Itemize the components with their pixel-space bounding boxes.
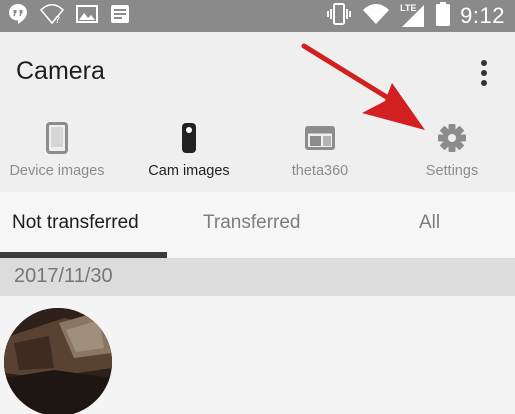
image-icon	[76, 4, 98, 28]
wifi-icon	[362, 3, 390, 29]
tab-label: Device images	[9, 163, 105, 179]
vibrate-icon	[326, 3, 352, 29]
tab-cam-images[interactable]: Cam images	[125, 116, 253, 192]
more-vert-icon[interactable]	[472, 58, 496, 92]
tab-settings[interactable]: Settings	[388, 116, 515, 192]
source-tabs: Device images Cam images theta360 Settin…	[0, 116, 515, 192]
svg-text:?: ?	[55, 15, 60, 24]
phone-icon	[46, 122, 68, 158]
notes-icon	[110, 4, 130, 28]
transfer-tabs: Not transferred Transferred All	[0, 192, 515, 258]
tab-label: Cam images	[148, 163, 230, 179]
tab-theta360[interactable]: theta360	[256, 116, 384, 192]
tab-device-images[interactable]: Device images	[0, 116, 121, 192]
camera-device-icon	[181, 122, 197, 158]
tab-transferred[interactable]: Transferred	[203, 192, 301, 258]
tab-not-transferred[interactable]: Not transferred	[12, 192, 139, 258]
tab-label: theta360	[291, 163, 349, 179]
signal-icon: LTE	[400, 3, 426, 28]
date-label: 2017/11/30	[14, 265, 113, 287]
web-window-icon	[305, 126, 335, 154]
page-title: Camera	[16, 57, 105, 85]
date-header: 2017/11/30	[0, 258, 515, 296]
wifi-question-icon: ?	[39, 3, 65, 28]
tab-label: Settings	[425, 163, 479, 179]
image-list	[0, 296, 515, 414]
status-bar: ? LTE 9:12	[0, 0, 515, 32]
hangouts-icon	[8, 3, 28, 29]
battery-icon	[436, 2, 451, 30]
image-thumbnail[interactable]	[4, 308, 112, 414]
clock: 9:12	[460, 3, 505, 28]
gear-icon	[437, 123, 467, 157]
app-bar: Camera	[0, 32, 515, 116]
network-type-label: LTE	[400, 3, 417, 13]
tab-all[interactable]: All	[419, 192, 440, 258]
